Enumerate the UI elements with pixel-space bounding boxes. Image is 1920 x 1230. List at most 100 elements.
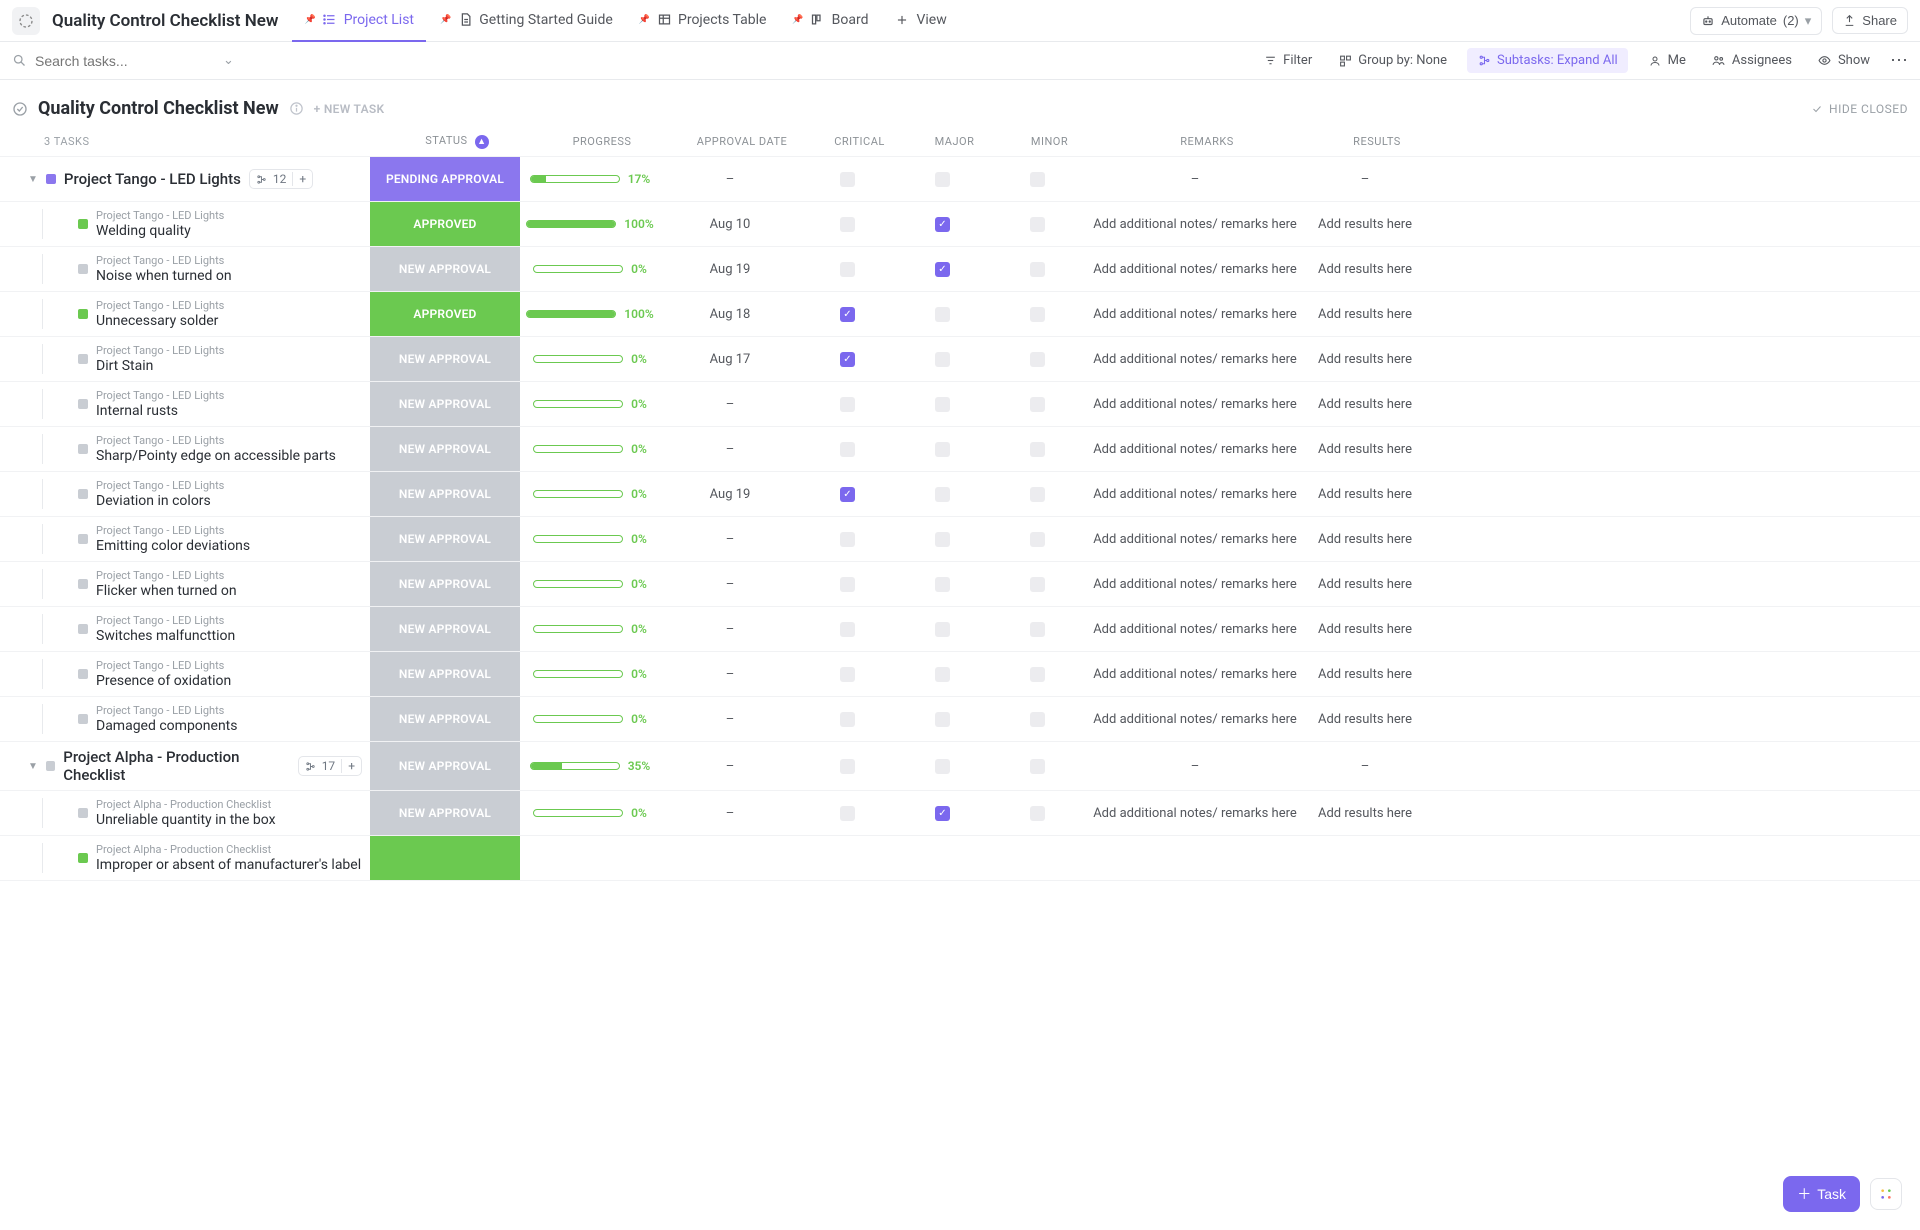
subtask-count-pill[interactable]: 12+ <box>249 169 313 189</box>
remarks-cell[interactable]: Add additional notes/ remarks here <box>1085 697 1305 741</box>
subtask-row[interactable]: Project Tango - LED LightsWelding qualit… <box>0 202 1920 247</box>
checkbox[interactable] <box>840 577 855 592</box>
checkbox[interactable] <box>1030 172 1045 187</box>
status-cell[interactable]: NEW APPROVAL <box>370 427 520 471</box>
status-cell[interactable]: NEW APPROVAL <box>370 791 520 835</box>
checkbox[interactable] <box>1030 262 1045 277</box>
date-cell[interactable]: – <box>660 607 800 651</box>
checkbox[interactable] <box>935 442 950 457</box>
share-button[interactable]: Share <box>1832 7 1908 34</box>
checkbox[interactable] <box>935 397 950 412</box>
subtasks-chip[interactable]: Subtasks: Expand All <box>1467 48 1628 73</box>
checkbox[interactable] <box>1030 577 1045 592</box>
results-cell[interactable]: – <box>1305 157 1425 201</box>
checkbox[interactable] <box>840 759 855 774</box>
results-cell[interactable]: Add results here <box>1305 382 1425 426</box>
plus-icon[interactable]: + <box>341 759 355 773</box>
checkbox[interactable] <box>935 759 950 774</box>
more-icon[interactable]: ⋯ <box>1890 50 1908 71</box>
checkbox[interactable] <box>840 397 855 412</box>
results-cell[interactable]: Add results here <box>1305 791 1425 835</box>
col-major[interactable]: MAJOR <box>907 135 1002 148</box>
checkbox[interactable]: ✓ <box>935 217 950 232</box>
checkbox[interactable] <box>935 352 950 367</box>
status-cell[interactable]: PENDING APPROVAL <box>370 157 520 201</box>
subtask-row[interactable]: Project Tango - LED LightsDamaged compon… <box>0 697 1920 742</box>
results-cell[interactable]: Add results here <box>1305 697 1425 741</box>
subtask-row[interactable]: Project Tango - LED LightsUnnecessary so… <box>0 292 1920 337</box>
tab-project-list[interactable]: 📌Project List <box>292 0 426 42</box>
apps-fab[interactable] <box>1870 1178 1902 1210</box>
subtask-row[interactable]: Project Alpha - Production ChecklistImpr… <box>0 836 1920 881</box>
date-cell[interactable] <box>660 836 800 880</box>
remarks-cell[interactable]: – <box>1085 157 1305 201</box>
new-task-button[interactable]: + NEW TASK <box>314 102 385 116</box>
subtask-row[interactable]: Project Tango - LED LightsDeviation in c… <box>0 472 1920 517</box>
results-cell[interactable]: Add results here <box>1305 427 1425 471</box>
collapse-toggle[interactable] <box>12 101 28 117</box>
subtask-row[interactable]: Project Tango - LED LightsInternal rusts… <box>0 382 1920 427</box>
checkbox[interactable] <box>1030 352 1045 367</box>
date-cell[interactable]: – <box>660 791 800 835</box>
groupby-chip[interactable]: Group by: None <box>1332 49 1453 72</box>
status-cell[interactable]: APPROVED <box>370 292 520 336</box>
tab-view[interactable]: View <box>882 0 958 42</box>
col-approval-date[interactable]: APPROVAL DATE <box>672 135 812 148</box>
subtask-row[interactable]: Project Tango - LED LightsEmitting color… <box>0 517 1920 562</box>
status-cell[interactable]: NEW APPROVAL <box>370 607 520 651</box>
results-cell[interactable]: Add results here <box>1305 652 1425 696</box>
filter-chip[interactable]: Filter <box>1257 49 1318 72</box>
status-cell[interactable]: NEW APPROVAL <box>370 337 520 381</box>
tab-projects-table[interactable]: 📌Projects Table <box>627 0 779 42</box>
remarks-cell[interactable]: Add additional notes/ remarks here <box>1085 472 1305 516</box>
remarks-cell[interactable]: Add additional notes/ remarks here <box>1085 517 1305 561</box>
status-cell[interactable]: NEW APPROVAL <box>370 652 520 696</box>
checkbox[interactable] <box>1030 667 1045 682</box>
checkbox[interactable]: ✓ <box>840 307 855 322</box>
remarks-cell[interactable]: Add additional notes/ remarks here <box>1085 607 1305 651</box>
remarks-cell[interactable]: – <box>1085 742 1305 790</box>
date-cell[interactable]: – <box>660 517 800 561</box>
col-results[interactable]: RESULTS <box>1317 135 1437 148</box>
results-cell[interactable]: Add results here <box>1305 337 1425 381</box>
subtask-row[interactable]: Project Alpha - Production ChecklistUnre… <box>0 791 1920 836</box>
col-progress[interactable]: PROGRESS <box>532 135 672 148</box>
results-cell[interactable]: Add results here <box>1305 202 1425 246</box>
results-cell[interactable]: Add results here <box>1305 472 1425 516</box>
results-cell[interactable]: Add results here <box>1305 562 1425 606</box>
checkbox[interactable] <box>935 622 950 637</box>
results-cell[interactable]: – <box>1305 742 1425 790</box>
status-cell[interactable]: NEW APPROVAL <box>370 742 520 790</box>
checkbox[interactable] <box>1030 307 1045 322</box>
checkbox[interactable] <box>1030 712 1045 727</box>
checkbox[interactable] <box>1030 759 1045 774</box>
col-status[interactable]: STATUS ▲ <box>382 134 532 149</box>
remarks-cell[interactable] <box>1085 836 1305 880</box>
tab-board[interactable]: 📌Board <box>780 0 880 42</box>
remarks-cell[interactable]: Add additional notes/ remarks here <box>1085 791 1305 835</box>
info-icon[interactable] <box>289 101 304 116</box>
search-input[interactable] <box>35 53 215 69</box>
date-cell[interactable]: – <box>660 157 800 201</box>
checkbox[interactable] <box>840 806 855 821</box>
date-cell[interactable]: – <box>660 382 800 426</box>
assignees-chip[interactable]: Assignees <box>1706 49 1798 72</box>
status-cell[interactable]: NEW APPROVAL <box>370 697 520 741</box>
parent-task-row[interactable]: ▼Project Alpha - Production Checklist17+… <box>0 742 1920 791</box>
me-chip[interactable]: Me <box>1642 49 1692 72</box>
checkbox[interactable] <box>935 487 950 502</box>
remarks-cell[interactable]: Add additional notes/ remarks here <box>1085 427 1305 471</box>
results-cell[interactable]: Add results here <box>1305 517 1425 561</box>
checkbox[interactable] <box>1030 217 1045 232</box>
status-cell[interactable]: NEW APPROVAL <box>370 517 520 561</box>
status-cell[interactable] <box>370 836 520 880</box>
chevron-down-icon[interactable]: ⌄ <box>223 53 234 68</box>
checkbox[interactable]: ✓ <box>840 487 855 502</box>
checkbox[interactable] <box>935 712 950 727</box>
checkbox[interactable] <box>840 217 855 232</box>
results-cell[interactable]: Add results here <box>1305 247 1425 291</box>
results-cell[interactable] <box>1305 836 1425 880</box>
results-cell[interactable]: Add results here <box>1305 607 1425 651</box>
subtask-count-pill[interactable]: 17+ <box>298 756 362 776</box>
checkbox[interactable] <box>1030 806 1045 821</box>
